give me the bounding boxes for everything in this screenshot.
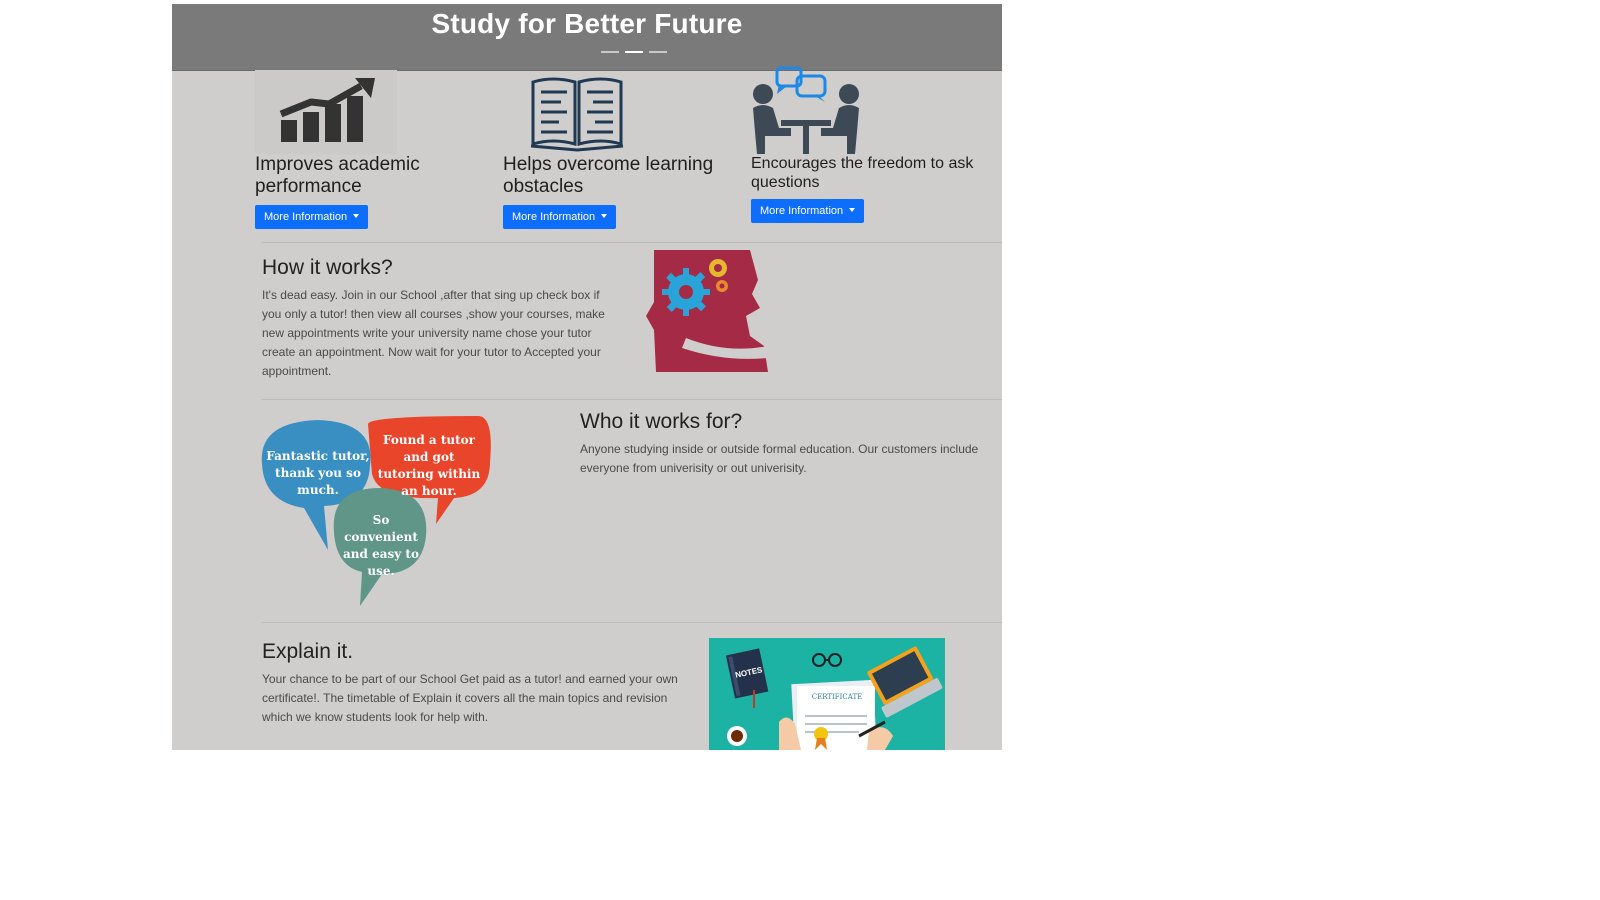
more-information-button[interactable]: More Information — [751, 199, 865, 223]
feature-title: Improves academic performance — [255, 154, 420, 197]
explain-it-text: Your chance to be part of our School Get… — [262, 672, 678, 724]
carousel-indicator-1[interactable] — [601, 51, 619, 53]
open-book-icon — [503, 70, 743, 154]
divider — [262, 622, 1002, 623]
feature-card-obstacles: Helps overcome learning obstacles More I… — [503, 70, 743, 229]
caret-down-icon — [353, 214, 360, 218]
head-gears-image — [646, 250, 770, 377]
people-talking-icon — [751, 66, 991, 154]
carousel-indicator-3[interactable] — [649, 51, 667, 53]
caret-down-icon — [601, 214, 608, 218]
page-content: Study for Better Future Improves academi… — [172, 4, 1002, 750]
how-it-works-title: How it works? — [262, 256, 393, 279]
feature-card-academic: Improves academic performance More Infor… — [255, 70, 495, 229]
button-label: More Information — [264, 211, 348, 223]
certificate-image: NOTES CERTIFICATE — [709, 638, 945, 750]
feature-title: Helps overcome learning obstacles — [503, 154, 714, 197]
more-information-button[interactable]: More Information — [503, 205, 617, 229]
explain-it-title: Explain it. — [262, 640, 354, 663]
bubble-text: Fantastic tutor, thank you so much. — [266, 449, 370, 497]
more-information-button[interactable]: More Information — [255, 205, 369, 229]
button-label: More Information — [760, 205, 844, 217]
how-it-works-text: It's dead easy. Join in our School ,afte… — [262, 288, 605, 378]
certificate-label: CERTIFICATE — [811, 693, 863, 701]
who-it-works-for-text: Anyone studying inside or outside formal… — [580, 442, 979, 475]
feature-card-questions: Encourages the freedom to ask questions … — [751, 66, 991, 223]
who-it-works-for-title: Who it works for? — [580, 410, 743, 433]
bubble-text: Found a tutor and got tutoring within an… — [377, 433, 481, 498]
carousel-indicator-2[interactable] — [625, 51, 643, 53]
caret-down-icon — [849, 208, 856, 212]
hero-title: Study for Better Future — [431, 8, 743, 39]
button-label: More Information — [512, 211, 596, 223]
divider — [262, 399, 1002, 400]
bubble-text: So convenient and easy to use. — [343, 513, 419, 578]
divider — [262, 242, 1002, 243]
carousel-indicators — [601, 51, 667, 53]
testimonial-bubbles-image: Fantastic tutor, thank you so much. Foun… — [258, 414, 498, 611]
bar-chart-growth-icon — [255, 70, 495, 154]
hero-banner: Study for Better Future — [172, 4, 1002, 71]
feature-title: Encourages the freedom to ask questions — [751, 155, 974, 191]
